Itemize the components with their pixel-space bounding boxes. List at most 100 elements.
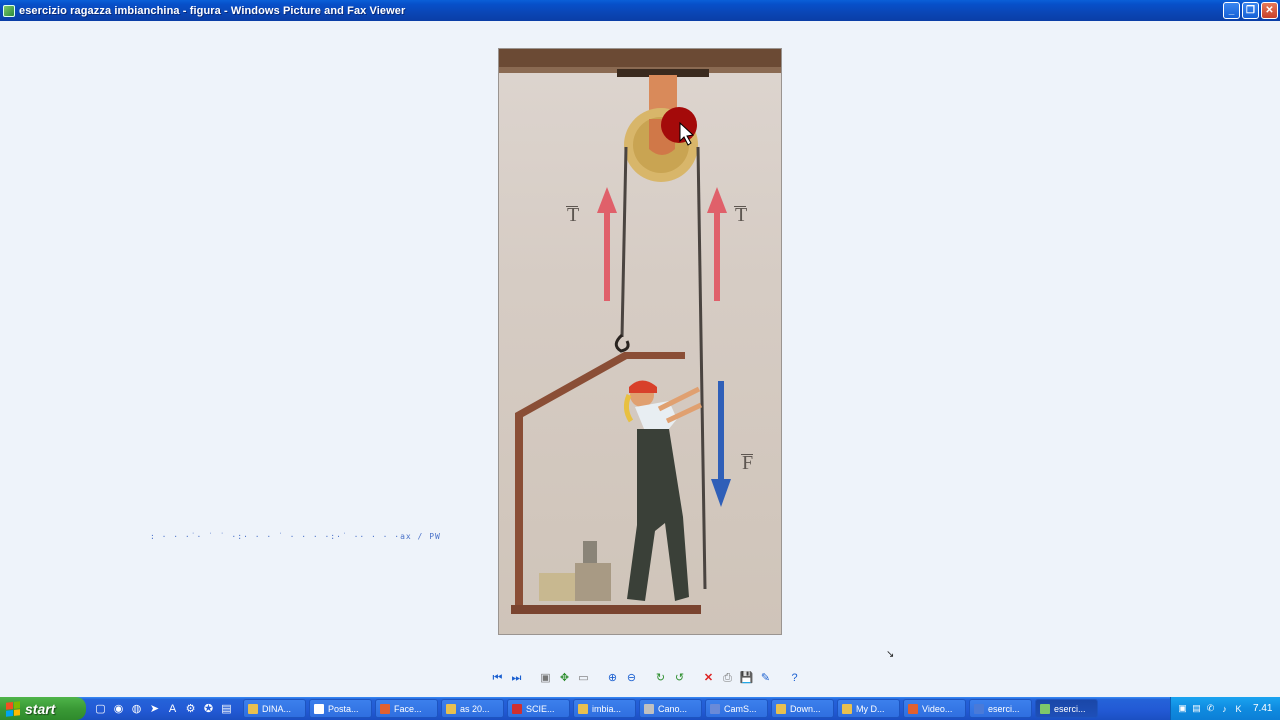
task-app-icon bbox=[380, 703, 390, 714]
tray-icon[interactable]: K bbox=[1233, 703, 1244, 714]
task-label: Down... bbox=[790, 703, 821, 714]
displayed-picture: T T F bbox=[498, 48, 782, 635]
delete-button[interactable]: ✕ bbox=[701, 671, 716, 686]
platform-floor bbox=[511, 605, 701, 614]
painter-cap bbox=[629, 380, 657, 393]
left-rope bbox=[620, 146, 628, 338]
task-label: as 20... bbox=[460, 703, 490, 714]
taskbar-button[interactable]: eserci... bbox=[1035, 699, 1098, 718]
rotate-clockwise-button[interactable]: ↻ bbox=[653, 671, 668, 686]
task-label: Posta... bbox=[328, 703, 359, 714]
quick-launch-icon[interactable]: A bbox=[166, 702, 179, 715]
cursor-highlight bbox=[661, 107, 697, 143]
hook bbox=[614, 333, 630, 353]
taskbar-button[interactable]: imbia... bbox=[573, 699, 636, 718]
task-label: SCIE... bbox=[526, 703, 555, 714]
minimize-button[interactable]: _ bbox=[1223, 2, 1240, 19]
quick-launch-icon[interactable]: ◉ bbox=[112, 702, 125, 715]
print-button[interactable]: ⎙ bbox=[720, 671, 735, 686]
task-label: CamS... bbox=[724, 703, 757, 714]
save-copy-button[interactable]: 💾 bbox=[739, 671, 754, 686]
quick-launch-icon[interactable]: ⚙ bbox=[184, 702, 197, 715]
taskbar-button[interactable]: as 20... bbox=[441, 699, 504, 718]
taskbar-button[interactable]: Video... bbox=[903, 699, 966, 718]
picture-viewer-app-icon[interactable] bbox=[3, 4, 15, 17]
windows-logo-icon bbox=[6, 700, 20, 717]
force-arrow bbox=[718, 381, 724, 485]
next-image-button[interactable]: ⏭ bbox=[509, 671, 524, 686]
tray-icon[interactable]: ✆ bbox=[1205, 703, 1216, 714]
tension-label-left: T bbox=[567, 204, 580, 226]
previous-image-button[interactable]: ⏮ bbox=[490, 671, 505, 686]
close-button[interactable]: ✕ bbox=[1261, 2, 1278, 19]
task-app-icon bbox=[908, 703, 918, 714]
task-label: imbia... bbox=[592, 703, 622, 714]
viewer-toolbar: ⏮ ⏭ ▣ ✥ ▭ ⊕ ⊖ ↻ ↺ ✕ ⎙ 💾 ✎ ? bbox=[490, 669, 802, 687]
taskbar-button[interactable]: Posta... bbox=[309, 699, 372, 718]
task-label: Face... bbox=[394, 703, 422, 714]
quick-launch-icon[interactable]: ➤ bbox=[148, 702, 161, 715]
tray-icon[interactable]: ▤ bbox=[1191, 703, 1202, 714]
quick-launch-bar: ▢ ◉ ◍ ➤ A ⚙ ✪ ▤ bbox=[94, 702, 233, 716]
task-app-icon bbox=[512, 703, 522, 714]
zoom-out-button[interactable]: ⊖ bbox=[624, 671, 639, 686]
task-label: eserci... bbox=[1054, 703, 1086, 714]
quick-launch-icon[interactable]: ◍ bbox=[130, 702, 143, 715]
painter-overalls bbox=[627, 429, 689, 601]
task-label: Cano... bbox=[658, 703, 688, 714]
task-app-icon bbox=[710, 703, 720, 714]
actual-size-button[interactable]: ✥ bbox=[557, 671, 572, 686]
best-fit-button[interactable]: ▣ bbox=[538, 671, 553, 686]
task-app-icon bbox=[578, 703, 588, 714]
taskbar-button[interactable]: Cano... bbox=[639, 699, 702, 718]
tension-arrow-right bbox=[714, 209, 720, 301]
task-app-icon bbox=[314, 703, 324, 714]
clock: 7.41 bbox=[1253, 703, 1273, 714]
taskbar-button[interactable]: Face... bbox=[375, 699, 438, 718]
help-button[interactable]: ? bbox=[787, 671, 802, 686]
task-buttons: DINA... Posta... Face... as 20... SCIE... imb… bbox=[243, 699, 1098, 718]
task-app-icon bbox=[974, 703, 984, 714]
task-app-icon bbox=[842, 703, 852, 714]
maximize-button[interactable]: ❐ bbox=[1242, 2, 1259, 19]
task-app-icon bbox=[1040, 703, 1050, 714]
task-app-icon bbox=[644, 703, 654, 714]
system-tray: ▣ ▤ ✆ ♪ K 7.41 bbox=[1170, 697, 1280, 720]
tension-arrow-left bbox=[604, 209, 610, 301]
task-label: DINA... bbox=[262, 703, 292, 714]
picture-viewer-canvas[interactable]: T T F : · · ·˙· ˙ ˙ ·:· · · ˙ · · · ·:·˙… bbox=[0, 21, 1280, 697]
task-app-icon bbox=[446, 703, 456, 714]
taskbar-button[interactable]: Down... bbox=[771, 699, 834, 718]
quick-launch-icon[interactable]: ▤ bbox=[220, 702, 233, 715]
rotate-counterclockwise-button[interactable]: ↺ bbox=[672, 671, 687, 686]
task-app-icon bbox=[248, 703, 258, 714]
taskbar-button[interactable]: CamS... bbox=[705, 699, 768, 718]
taskbar-button[interactable]: eserci... bbox=[969, 699, 1032, 718]
window-controls: _ ❐ ✕ bbox=[1223, 2, 1278, 19]
tray-icon[interactable]: ♪ bbox=[1219, 703, 1230, 714]
taskbar-button[interactable]: My D... bbox=[837, 699, 900, 718]
force-label: F bbox=[742, 452, 754, 474]
start-button[interactable]: start bbox=[0, 697, 86, 720]
title-bar[interactable]: esercizio ragazza imbianchina - figura -… bbox=[0, 0, 1280, 21]
pulley-physics-illustration bbox=[499, 49, 781, 614]
task-app-icon bbox=[776, 703, 786, 714]
tension-label-right: T bbox=[735, 204, 748, 226]
taskbar-button[interactable]: SCIE... bbox=[507, 699, 570, 718]
window-title: esercizio ragazza imbianchina - figura -… bbox=[19, 4, 406, 17]
taskbar: start ▢ ◉ ◍ ➤ A ⚙ ✪ ▤ DINA... Posta... Face... as … bbox=[0, 697, 1280, 720]
slideshow-button[interactable]: ▭ bbox=[576, 671, 591, 686]
taskbar-button[interactable]: DINA... bbox=[243, 699, 306, 718]
edit-image-button[interactable]: ✎ bbox=[758, 671, 773, 686]
quick-launch-icon[interactable]: ▢ bbox=[94, 702, 107, 715]
paint-can bbox=[539, 573, 575, 601]
task-label: My D... bbox=[856, 703, 885, 714]
task-label: Video... bbox=[922, 703, 953, 714]
render-artifact-strip: : · · ·˙· ˙ ˙ ·:· · · ˙ · · · ·:·˙ ·· · … bbox=[150, 532, 441, 541]
task-label: eserci... bbox=[988, 703, 1020, 714]
right-rope bbox=[696, 146, 707, 590]
quick-launch-icon[interactable]: ✪ bbox=[202, 702, 215, 715]
zoom-in-button[interactable]: ⊕ bbox=[605, 671, 620, 686]
paint-can-2 bbox=[575, 563, 611, 601]
tray-icon[interactable]: ▣ bbox=[1177, 703, 1188, 714]
